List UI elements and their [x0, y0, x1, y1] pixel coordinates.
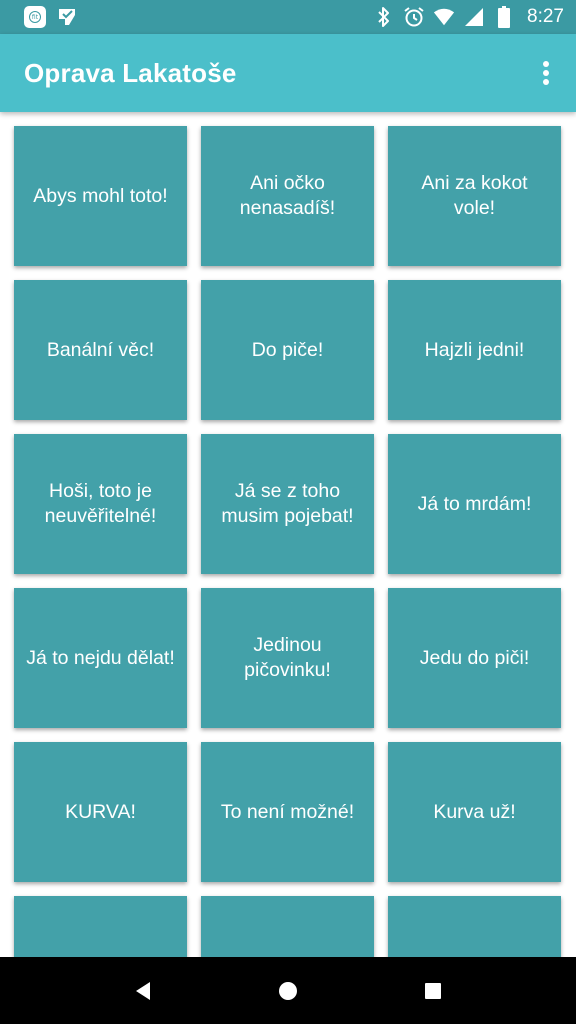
sound-tile[interactable]: Jedinou pičovinku!: [201, 588, 374, 728]
home-button[interactable]: [266, 969, 310, 1013]
wifi-icon: [433, 6, 455, 28]
sound-tile[interactable]: Jedu do piči!: [388, 588, 561, 728]
back-button[interactable]: [121, 969, 165, 1013]
notification-app-icon: fit: [24, 6, 46, 28]
recents-icon: [425, 982, 442, 999]
sound-tile[interactable]: Ani za kokot vole!: [388, 126, 561, 266]
app-title: Oprava Lakatoše: [24, 57, 237, 88]
sound-tile[interactable]: KURVA!: [14, 742, 187, 882]
navigation-bar: [0, 957, 576, 1024]
overflow-menu-icon: [543, 61, 549, 85]
status-bar: fit 8:27: [0, 0, 576, 34]
sound-tile[interactable]: Já to nejdu dělat!: [14, 588, 187, 728]
sound-tile[interactable]: To není možné!: [201, 742, 374, 882]
home-icon: [278, 981, 297, 1000]
status-system-icons: 8:27: [373, 6, 564, 28]
sound-tile[interactable]: Já to mrdám!: [388, 434, 561, 574]
sound-tile[interactable]: Ne, nenasadíš: [14, 896, 187, 957]
sound-tile[interactable]: Já se z toho musim pojebat!: [201, 434, 374, 574]
sound-tile[interactable]: Abys mohl toto!: [14, 126, 187, 266]
tile-grid: Abys mohl toto! Ani očko nenasadíš! Ani …: [14, 126, 561, 957]
sound-grid[interactable]: Abys mohl toto! Ani očko nenasadíš! Ani …: [0, 112, 576, 957]
bluetooth-icon: [373, 6, 395, 28]
sound-tile[interactable]: Hajzli jedni!: [388, 280, 561, 420]
signal-icon: [463, 6, 485, 28]
app-bar: Oprava Lakatoše: [0, 34, 576, 112]
check-app-icon: [56, 6, 78, 28]
alarm-icon: [403, 6, 425, 28]
recents-button[interactable]: [411, 969, 455, 1013]
sound-tile[interactable]: Banální věc!: [14, 280, 187, 420]
sound-tile[interactable]: Do piče!: [201, 280, 374, 420]
screen: fit 8:27 Oprava Lakatoše Abys mohl toto!…: [0, 0, 576, 1024]
sound-tile[interactable]: Ani očko nenasadíš!: [201, 126, 374, 266]
sound-tile[interactable]: Hoši, toto je neuvěřitelné!: [14, 434, 187, 574]
overflow-menu-button[interactable]: [534, 53, 558, 93]
status-time: 8:27: [527, 6, 564, 27]
battery-icon: [493, 6, 515, 28]
sound-tile[interactable]: Kurva už!: [388, 742, 561, 882]
sound-tile[interactable]: Největší blbec: [388, 896, 561, 957]
status-notifications: fit: [24, 6, 78, 28]
back-icon: [135, 981, 150, 1000]
sound-tile[interactable]: Nebudu to: [201, 896, 374, 957]
